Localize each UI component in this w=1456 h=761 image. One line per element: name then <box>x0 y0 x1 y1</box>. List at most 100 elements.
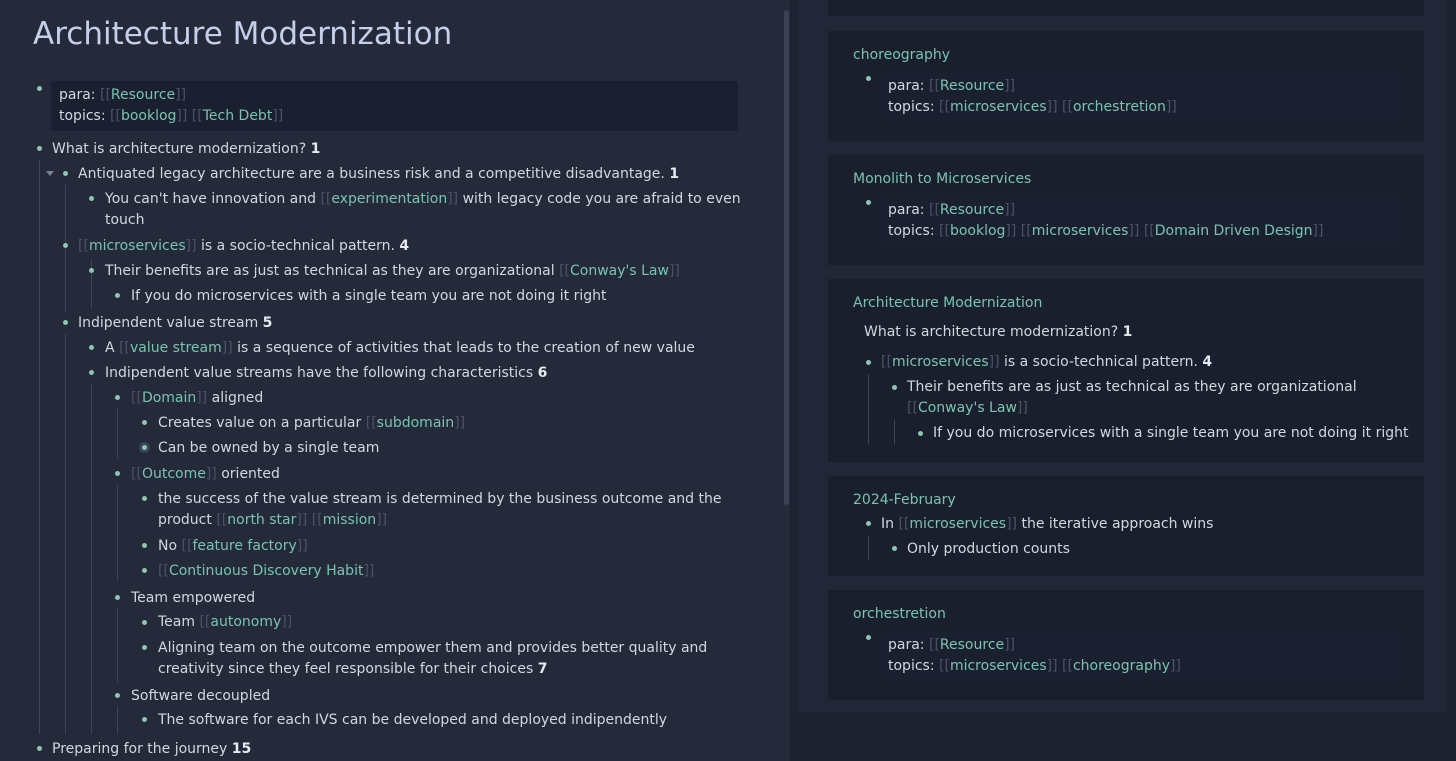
page-link[interactable]: Tech Debt <box>203 108 273 124</box>
bullet[interactable] <box>142 620 147 625</box>
bullet[interactable] <box>63 171 68 176</box>
page-link[interactable]: Resource <box>111 87 175 103</box>
page-link[interactable]: microservices <box>892 354 989 370</box>
block[interactable]: Indipendent value stream 5 <box>78 313 272 333</box>
block[interactable]: In [[microservices]] the iterative appro… <box>881 514 1213 534</box>
page-link[interactable]: Continuous Discovery Habit <box>169 563 364 579</box>
reference-page-title[interactable]: orchestretion <box>853 606 946 622</box>
collapse-arrow-icon[interactable] <box>46 171 54 176</box>
bullet[interactable] <box>89 345 94 350</box>
block[interactable]: If you do microservices with a single te… <box>933 423 1408 443</box>
bullet[interactable] <box>37 746 42 751</box>
block[interactable]: What is architecture modernization? 1 <box>52 139 320 159</box>
bullet[interactable] <box>115 395 120 400</box>
page-link[interactable]: microservices <box>909 516 1006 532</box>
bullet[interactable] <box>89 268 94 273</box>
block[interactable]: Team empowered <box>131 588 255 608</box>
reference-breadcrumb[interactable]: What is architecture modernization? 1 <box>864 322 1132 342</box>
bullet[interactable] <box>892 546 897 551</box>
block[interactable]: Creates value on a particular [[subdomai… <box>158 413 465 433</box>
bullet[interactable] <box>866 200 871 205</box>
page-link[interactable]: mission <box>323 512 376 528</box>
block[interactable]: [[microservices]] is a socio-technical p… <box>881 352 1212 372</box>
page-link[interactable]: orchestretion <box>1073 99 1166 115</box>
bullet[interactable] <box>866 360 871 365</box>
bullet[interactable] <box>918 431 923 436</box>
bullet[interactable] <box>866 635 871 640</box>
block[interactable]: You can't have innovation and [[experime… <box>105 189 741 230</box>
block[interactable]: Aligning team on the outcome empower the… <box>158 638 707 679</box>
block[interactable]: A [[value stream]] is a sequence of acti… <box>105 338 695 358</box>
bullet[interactable] <box>142 568 147 573</box>
page-link[interactable]: Resource <box>940 78 1004 94</box>
page-link[interactable]: experimentation <box>331 191 447 207</box>
block[interactable]: Indipendent value streams have the follo… <box>105 363 547 383</box>
block[interactable]: [[microservices]] is a socio-technical p… <box>78 236 409 256</box>
bullet[interactable] <box>63 243 68 248</box>
page-link[interactable]: microservices <box>89 238 186 254</box>
page-link[interactable]: Conway's Law <box>918 400 1017 416</box>
page-properties[interactable]: para: [[Resource]] topics: [[booklog]] [… <box>51 81 738 131</box>
page-link[interactable]: microservices <box>1032 223 1129 239</box>
bullet[interactable] <box>63 320 68 325</box>
page-link[interactable]: subdomain <box>377 415 455 431</box>
block[interactable]: The software for each IVS can be develop… <box>158 710 667 730</box>
block[interactable]: the success of the value stream is deter… <box>158 489 721 530</box>
reference-page-title[interactable]: choreography <box>853 47 950 63</box>
reference-page-title[interactable]: 2024-February <box>853 492 956 508</box>
block[interactable]: Their benefits are as just as technical … <box>907 377 1357 418</box>
page-title[interactable]: Architecture Modernization <box>33 16 452 52</box>
page-link[interactable]: Resource <box>940 637 1004 653</box>
block[interactable]: [[Outcome]] oriented <box>131 464 280 484</box>
bullet[interactable] <box>892 385 897 390</box>
bullet[interactable] <box>89 196 94 201</box>
scrollbar[interactable] <box>784 10 789 505</box>
bullet[interactable] <box>37 146 42 151</box>
page-link[interactable]: feature factory <box>192 538 296 554</box>
block-properties[interactable]: para: [[Resource]] topics: [[microservic… <box>880 631 1403 680</box>
page-link[interactable]: Outcome <box>142 466 206 482</box>
bullet[interactable] <box>115 693 120 698</box>
block-properties[interactable]: para: [[Resource]] topics: [[booklog]] [… <box>880 196 1403 245</box>
page-link[interactable]: autonomy <box>210 614 281 630</box>
block[interactable]: Preparing for the journey 15 <box>52 739 251 759</box>
bullet-collapsed[interactable] <box>139 442 150 453</box>
bullet[interactable] <box>866 76 871 81</box>
bullet[interactable] <box>115 471 120 476</box>
bullet[interactable] <box>142 543 147 548</box>
page-link[interactable]: microservices <box>950 658 1047 674</box>
page-link[interactable]: Domain <box>142 390 196 406</box>
page-link[interactable]: value stream <box>130 340 222 356</box>
page-link[interactable]: choreography <box>1073 658 1170 674</box>
page-link[interactable]: Domain Driven Design <box>1155 223 1313 239</box>
bullet[interactable] <box>89 370 94 375</box>
bullet[interactable] <box>37 86 42 91</box>
reference-card: Monolith to Microservices para: [[Resour… <box>828 155 1424 265</box>
page-link[interactable]: Conway's Law <box>570 263 669 279</box>
bullet[interactable] <box>115 595 120 600</box>
bullet[interactable] <box>142 645 147 650</box>
block[interactable]: Antiquated legacy architecture are a bus… <box>78 164 679 184</box>
block[interactable]: [[Domain]] aligned <box>131 388 263 408</box>
block[interactable]: No [[feature factory]] <box>158 536 308 556</box>
block[interactable]: Can be owned by a single team <box>158 438 379 458</box>
reference-page-title[interactable]: Architecture Modernization <box>853 295 1042 311</box>
bullet[interactable] <box>142 496 147 501</box>
page-link[interactable]: booklog <box>121 108 176 124</box>
bullet[interactable] <box>866 521 871 526</box>
block[interactable]: Software decoupled <box>131 686 270 706</box>
block[interactable]: Only production counts <box>907 539 1070 559</box>
page-link[interactable]: Resource <box>940 202 1004 218</box>
reference-page-title[interactable]: Monolith to Microservices <box>853 171 1031 187</box>
block[interactable]: If you do microservices with a single te… <box>131 286 606 306</box>
page-link[interactable]: microservices <box>950 99 1047 115</box>
block-properties[interactable]: para: [[Resource]] topics: [[microservic… <box>880 72 1403 121</box>
block[interactable]: [[Continuous Discovery Habit]] <box>158 561 374 581</box>
block[interactable]: Their benefits are as just as technical … <box>105 261 680 281</box>
block[interactable]: Team [[autonomy]] <box>158 612 292 632</box>
bullet[interactable] <box>142 420 147 425</box>
bullet[interactable] <box>142 717 147 722</box>
page-link[interactable]: booklog <box>950 223 1005 239</box>
page-link[interactable]: north star <box>227 512 296 528</box>
bullet[interactable] <box>115 293 120 298</box>
